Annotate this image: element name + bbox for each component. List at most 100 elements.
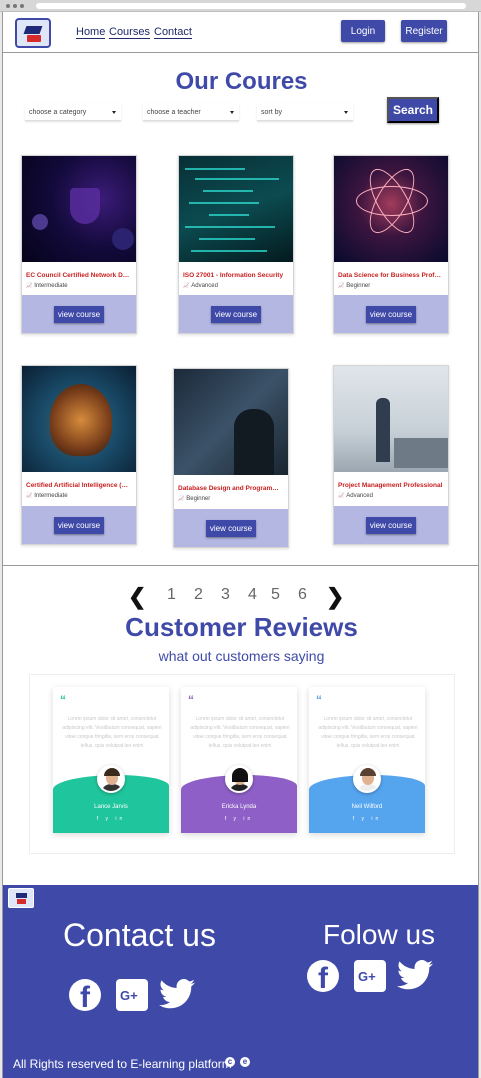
course-level: Intermediate bbox=[22, 489, 136, 499]
registered-icon: e bbox=[240, 1057, 250, 1067]
course-image bbox=[22, 156, 136, 262]
course-card-footer: view course bbox=[334, 295, 448, 333]
quote-icon: “ bbox=[316, 693, 322, 707]
reviewer-name: Neil Wilford bbox=[351, 804, 383, 810]
course-card[interactable]: Database Design and Programming Beginner… bbox=[173, 368, 289, 548]
page-link[interactable]: 2 bbox=[194, 586, 203, 604]
category-select[interactable]: choose a category bbox=[25, 104, 121, 121]
view-course-button[interactable]: view course bbox=[53, 516, 105, 534]
reviewer-social[interactable]: f y in bbox=[53, 816, 169, 822]
chevron-down-icon bbox=[344, 111, 348, 114]
copyright-icon: c bbox=[225, 1057, 235, 1067]
reviewer-name: Ericka Lynda bbox=[221, 804, 257, 810]
reviews-carousel: “ Lorem ipsum dolor sit amet, consectetu… bbox=[29, 674, 455, 854]
page-link[interactable]: 4 bbox=[248, 586, 257, 604]
course-level: Advanced bbox=[334, 489, 448, 499]
view-course-button[interactable]: view course bbox=[210, 305, 262, 323]
page: Home Courses Contact Login Register Our … bbox=[2, 12, 479, 1078]
browser-chrome bbox=[0, 0, 481, 12]
window-dot-icon bbox=[20, 4, 24, 8]
avatar bbox=[97, 765, 125, 793]
teacher-select-value: choose a teacher bbox=[147, 108, 201, 116]
review-card: “ Lorem ipsum dolor sit amet, consectetu… bbox=[181, 687, 297, 833]
google-plus-icon[interactable] bbox=[354, 960, 386, 992]
course-card[interactable]: Project Management Professional Advanced… bbox=[333, 365, 449, 545]
chevron-right-icon[interactable]: ❯ bbox=[326, 584, 344, 610]
avatar bbox=[353, 765, 381, 793]
course-image bbox=[334, 366, 448, 472]
facebook-icon[interactable] bbox=[69, 979, 101, 1015]
footer: Contact us Folow us bbox=[3, 885, 478, 1078]
reviewer-social[interactable]: f y in bbox=[181, 816, 297, 822]
site-logo-icon[interactable] bbox=[15, 18, 51, 48]
course-image bbox=[22, 366, 136, 472]
contact-title: Contact us bbox=[63, 917, 216, 953]
section-divider bbox=[3, 565, 478, 566]
nav-contact-link[interactable]: Contact bbox=[154, 26, 192, 39]
avatar bbox=[225, 765, 253, 793]
copyright-text: All Rights reserved to E-learning platfo… bbox=[13, 1057, 232, 1071]
course-card-footer: view course bbox=[179, 295, 293, 333]
chevron-left-icon[interactable]: ❮ bbox=[128, 584, 146, 610]
course-image bbox=[179, 156, 293, 262]
view-course-button[interactable]: view course bbox=[365, 305, 417, 323]
twitter-icon[interactable] bbox=[159, 978, 195, 1010]
chevron-down-icon bbox=[230, 111, 234, 114]
page-link[interactable]: 1 bbox=[167, 586, 176, 604]
quote-icon: “ bbox=[60, 693, 66, 707]
footer-logo-icon[interactable] bbox=[8, 888, 34, 908]
course-title: Certified Artificial Intelligence (AI) P… bbox=[26, 482, 136, 489]
course-level: Intermediate bbox=[22, 279, 136, 289]
chevron-down-icon bbox=[112, 111, 116, 114]
nav-home-link[interactable]: Home bbox=[76, 26, 106, 39]
course-title: EC Council Certified Network Defen... bbox=[26, 272, 136, 279]
header-divider bbox=[3, 52, 478, 53]
course-title: Database Design and Programming bbox=[178, 485, 288, 492]
window-dot-icon bbox=[6, 4, 10, 8]
quote-icon: “ bbox=[188, 693, 194, 707]
facebook-icon[interactable] bbox=[307, 960, 339, 996]
course-card[interactable]: ISO 27001 - Information Security Advance… bbox=[178, 155, 294, 334]
review-text: Lorem ipsum dolor sit amet, consectetur … bbox=[318, 716, 418, 749]
review-text: Lorem ipsum dolor sit amet, consectetur … bbox=[190, 716, 290, 749]
follow-title: Folow us bbox=[323, 919, 436, 950]
course-card[interactable]: Data Science for Business Profession... … bbox=[333, 155, 449, 334]
course-card[interactable]: Certified Artificial Intelligence (AI) P… bbox=[21, 365, 137, 545]
sort-select[interactable]: sort by bbox=[257, 104, 353, 121]
view-course-button[interactable]: view course bbox=[53, 305, 105, 323]
google-plus-icon[interactable] bbox=[116, 979, 148, 1011]
page-link[interactable]: 6 bbox=[298, 586, 307, 604]
login-button[interactable]: Login bbox=[341, 20, 385, 42]
sort-select-value: sort by bbox=[261, 108, 283, 116]
teacher-select[interactable]: choose a teacher bbox=[143, 104, 239, 121]
review-card: “ Lorem ipsum dolor sit amet, consectetu… bbox=[53, 687, 169, 833]
page-link[interactable]: 3 bbox=[221, 586, 230, 604]
reviews-subtitle: what out customers saying bbox=[158, 648, 325, 664]
view-course-button[interactable]: view course bbox=[205, 519, 257, 537]
course-title: Data Science for Business Profession... bbox=[338, 272, 448, 279]
nav-courses-link[interactable]: Courses bbox=[109, 26, 150, 39]
review-text: Lorem ipsum dolor sit amet, consectetur … bbox=[62, 716, 162, 749]
window-dot-icon bbox=[13, 4, 17, 8]
course-image bbox=[334, 156, 448, 262]
course-level: Beginner bbox=[334, 279, 448, 289]
reviewer-name: Lance Jarvis bbox=[94, 804, 128, 810]
address-bar[interactable] bbox=[36, 3, 466, 9]
reviewer-social[interactable]: f y in bbox=[309, 816, 425, 822]
courses-title: Our Coures bbox=[175, 68, 308, 95]
course-level: Beginner bbox=[174, 492, 288, 502]
course-card-footer: view course bbox=[334, 506, 448, 544]
pagination: ❮ 1 2 3 4 5 6 ❯ bbox=[3, 584, 478, 610]
course-card-footer: view course bbox=[22, 506, 136, 544]
course-image bbox=[174, 369, 288, 475]
twitter-icon[interactable] bbox=[397, 959, 433, 991]
course-card-footer: view course bbox=[174, 509, 288, 547]
register-button[interactable]: Register bbox=[401, 20, 447, 42]
reviews-title: Customer Reviews bbox=[125, 612, 358, 642]
course-card[interactable]: EC Council Certified Network Defen... In… bbox=[21, 155, 137, 334]
page-link[interactable]: 5 bbox=[271, 586, 280, 604]
category-select-value: choose a category bbox=[29, 108, 87, 116]
search-button[interactable]: Search bbox=[387, 97, 439, 123]
view-course-button[interactable]: view course bbox=[365, 516, 417, 534]
review-card: “ Lorem ipsum dolor sit amet, consectetu… bbox=[309, 687, 425, 833]
